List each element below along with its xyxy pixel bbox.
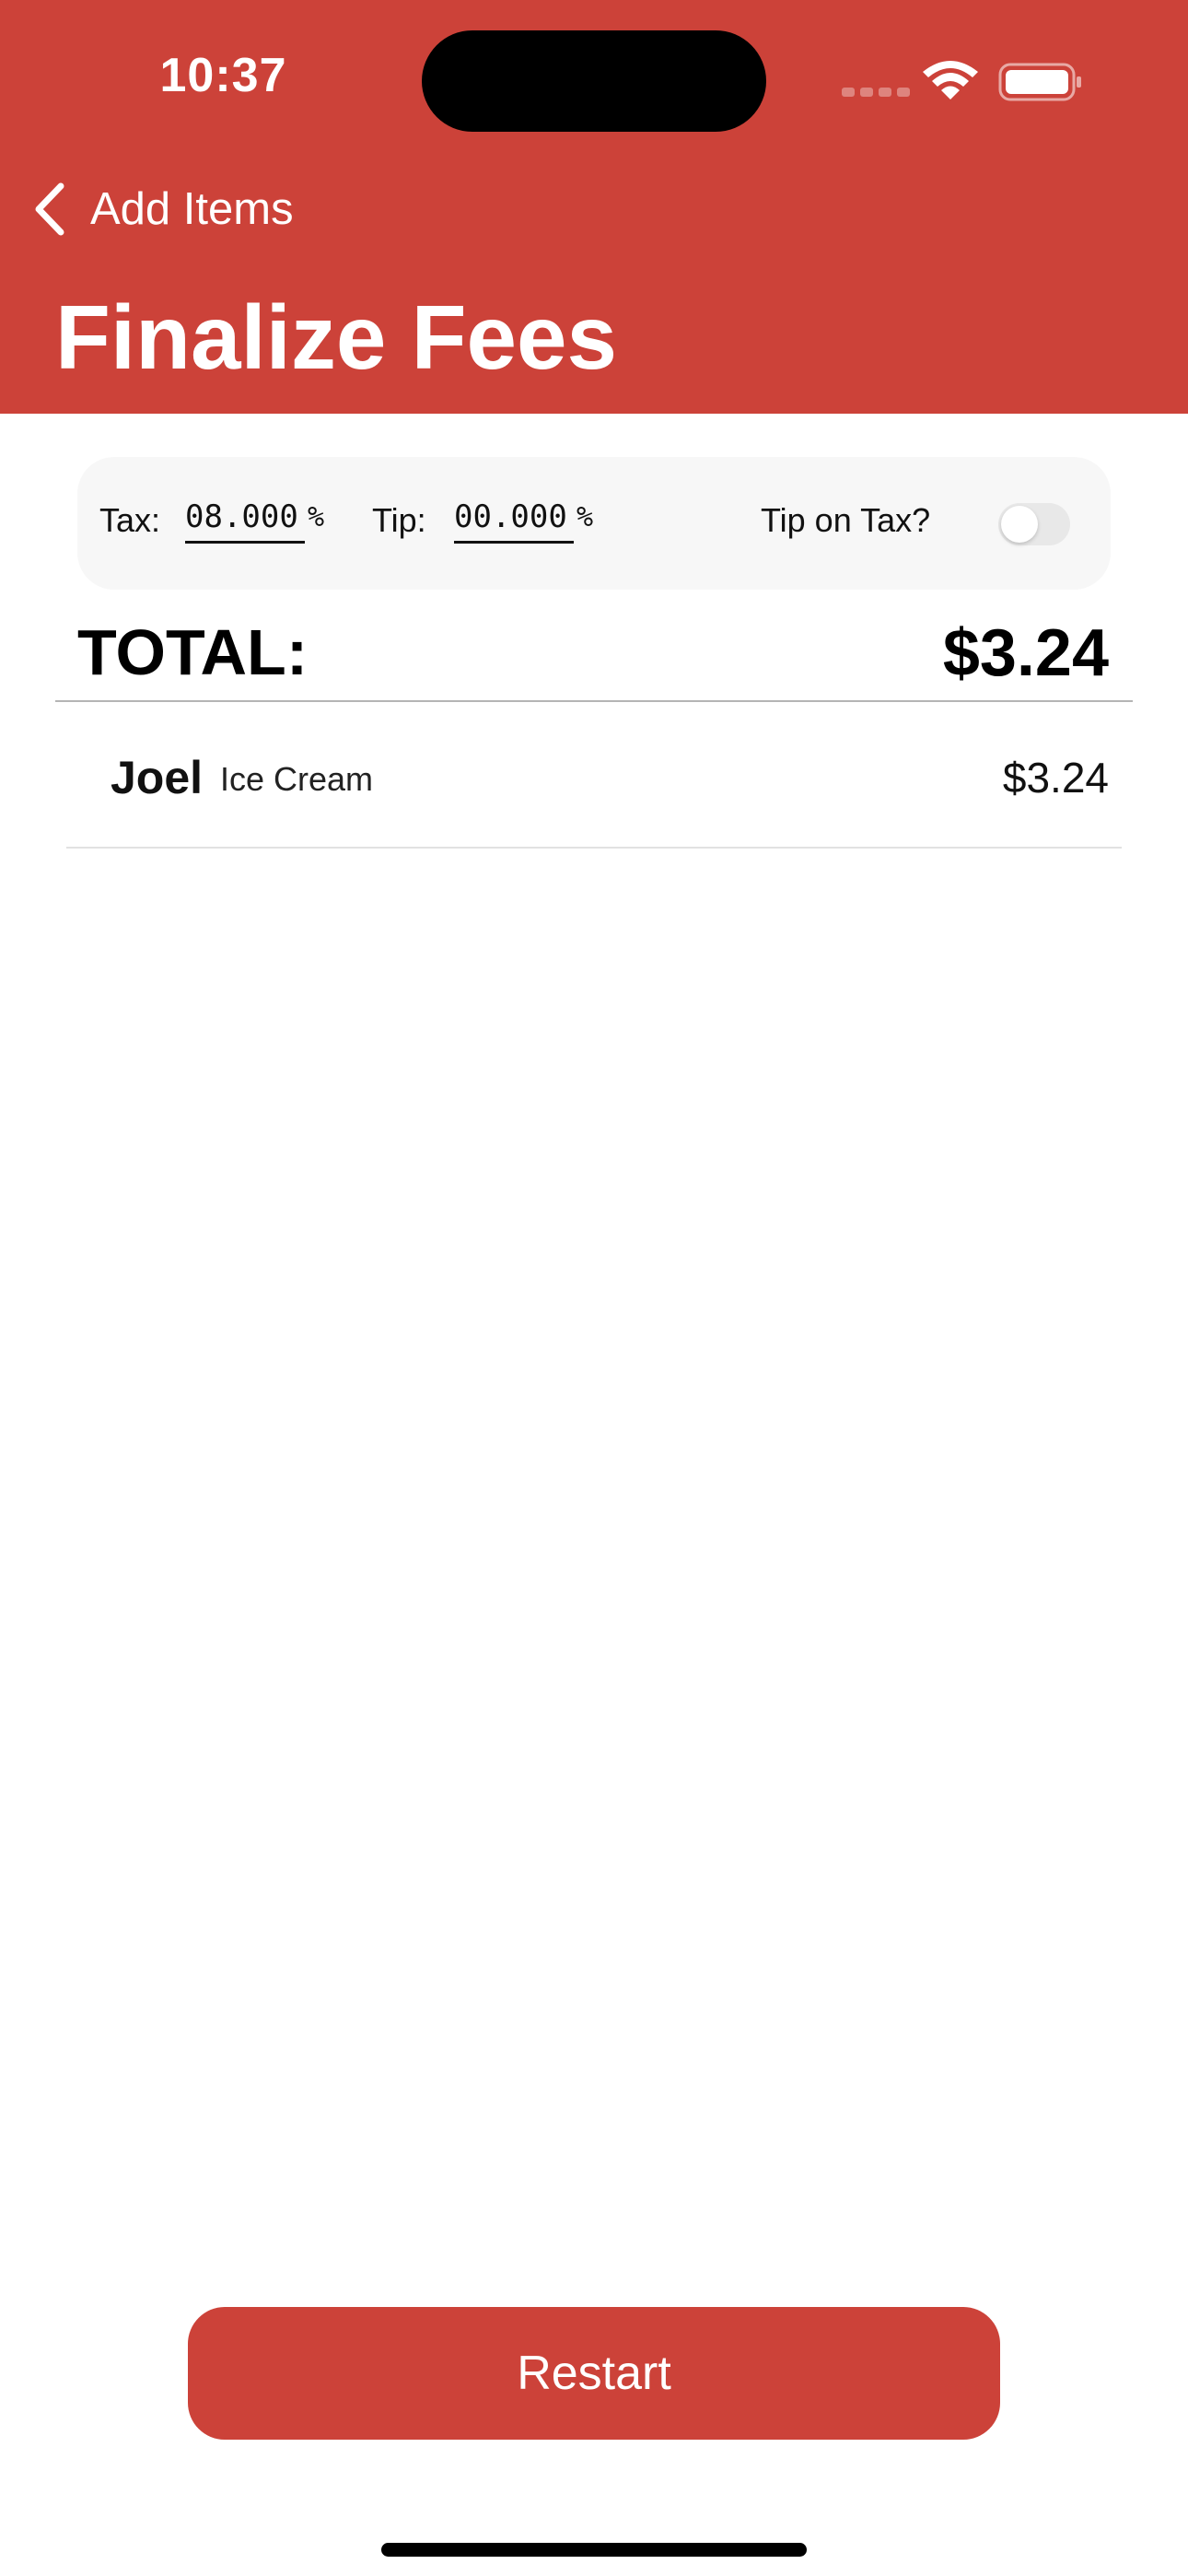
back-button[interactable]: Add Items [33,177,294,241]
navigation-header: 10:37 Add Items Finalize Fees [0,0,1188,414]
tax-label: Tax: [99,501,161,539]
total-value: $3.24 [942,616,1109,690]
tip-input[interactable] [454,498,574,544]
tax-input[interactable] [185,498,305,544]
list-item[interactable]: Joel Ice Cream $3.24 [66,705,1122,849]
restart-button[interactable]: Restart [188,2307,1000,2440]
person-name: Joel [111,752,204,803]
fees-card: Tax: % Tip: % Tip on Tax? [77,457,1111,590]
total-label: TOTAL: [77,616,309,688]
back-button-label: Add Items [90,184,294,234]
tax-percent-symbol: % [308,501,325,533]
page-title: Finalize Fees [55,287,618,388]
item-name: Ice Cream [220,760,374,798]
item-amount: $3.24 [1002,754,1109,802]
tip-on-tax-label: Tip on Tax? [761,501,931,539]
cellular-signal-icon [842,88,910,97]
wifi-icon [923,61,978,100]
dynamic-island [422,30,766,132]
tip-label: Tip: [372,501,426,539]
tip-on-tax-toggle[interactable] [998,503,1070,545]
divider [55,700,1133,702]
battery-icon [998,63,1081,101]
toggle-knob [1001,506,1038,543]
home-indicator [381,2543,807,2557]
status-time: 10:37 [159,49,287,102]
tip-percent-symbol: % [577,501,594,533]
chevron-left-icon [35,182,64,236]
